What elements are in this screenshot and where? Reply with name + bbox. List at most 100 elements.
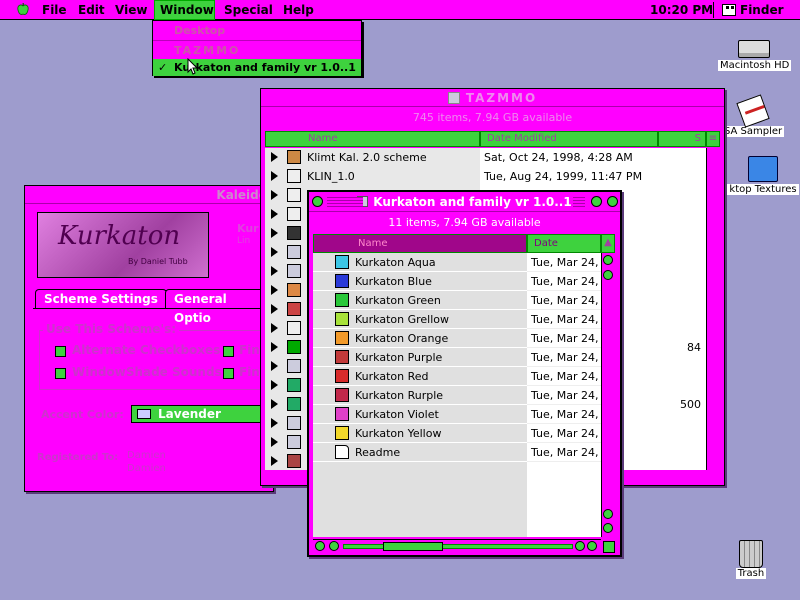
scroll-right-icon[interactable] — [329, 541, 339, 551]
desktop-icon-macintosh-hd[interactable]: Macintosh HD — [718, 40, 792, 71]
disclosure-triangle-icon[interactable] — [271, 171, 278, 181]
scrollbar-track[interactable] — [706, 148, 720, 470]
logo-byline: By Daniel Tubb — [128, 257, 188, 266]
file-icon — [287, 321, 301, 335]
scheme-logo: Kurkaton By Daniel Tubb — [37, 212, 209, 278]
desktop-icon-label: ktop Textures — [727, 184, 799, 195]
menu-file[interactable]: File — [36, 0, 73, 20]
window-menu-item-tazmmo[interactable]: TAZMMO — [153, 42, 361, 59]
scroll-left-icon[interactable] — [575, 541, 585, 551]
menu-view[interactable]: View — [109, 0, 153, 20]
desktop-icon-sa-sampler[interactable]: SA Sampler — [722, 94, 785, 137]
file-name: Kurkaton Yellow — [355, 427, 442, 440]
column-header-name[interactable]: Name — [313, 234, 527, 253]
disclosure-triangle-icon[interactable] — [271, 323, 278, 333]
tab-scheme-settings[interactable]: Scheme Settings — [35, 289, 167, 309]
disclosure-triangle-icon[interactable] — [271, 342, 278, 352]
hard-disk-icon — [738, 40, 770, 58]
table-row[interactable]: KLIN_1.0 Tue, Aug 24, 1999, 11:47 PM — [265, 167, 706, 186]
disclosure-triangle-icon[interactable] — [271, 437, 278, 447]
checkbox-fin-2[interactable] — [223, 368, 234, 379]
table-row[interactable]: Kurkaton Aqua Tue, Mar 24, — [313, 253, 601, 272]
menu-special[interactable]: Special — [218, 0, 279, 20]
disclosure-triangle-icon[interactable] — [271, 247, 278, 257]
kaleidoscope-title[interactable]: Kaleido — [25, 186, 273, 204]
file-date: Sat, Oct 24, 1998, 4:28 AM — [484, 151, 633, 164]
checkbox-alternate-checkboxes[interactable] — [55, 346, 66, 357]
kurkaton-window[interactable]: Kurkaton and family vr 1.0..1 11 items, … — [307, 190, 622, 557]
accent-color-popup[interactable]: Lavender — [131, 405, 275, 423]
file-date: Tue, Mar 24, — [531, 446, 599, 459]
table-row[interactable]: Klimt Kal. 2.0 scheme Sat, Oct 24, 1998, … — [265, 148, 706, 167]
column-header-date[interactable]: Date Modified — [480, 131, 658, 147]
zoom-box-icon[interactable] — [591, 196, 602, 207]
window-menu-item-kurkaton[interactable]: ✓ Kurkaton and family vr 1.0..1 — [153, 59, 361, 76]
scroll-thumb[interactable] — [383, 542, 443, 551]
table-row[interactable]: Kurkaton Rurple Tue, Mar 24, — [313, 386, 601, 405]
window-menu-item-desktop[interactable]: Desktop — [153, 22, 361, 39]
table-row[interactable]: Kurkaton Orange Tue, Mar 24, — [313, 329, 601, 348]
disclosure-triangle-icon[interactable] — [271, 152, 278, 162]
scroll-up-icon[interactable] — [603, 255, 613, 265]
file-date: Tue, Aug 24, 1999, 11:47 PM — [484, 170, 643, 183]
scroll-down-icon[interactable] — [603, 523, 613, 533]
table-row[interactable]: Readme Tue, Mar 24, — [313, 443, 601, 462]
options-group — [39, 330, 269, 390]
disclosure-triangle-icon[interactable] — [271, 190, 278, 200]
scroll-up-icon[interactable] — [603, 509, 613, 519]
file-name: Kurkaton Green — [355, 294, 441, 307]
horizontal-scrollbar[interactable] — [313, 539, 601, 553]
disclosure-triangle-icon[interactable] — [271, 361, 278, 371]
desktop-icon-textures[interactable]: ktop Textures — [726, 156, 800, 195]
column-header-size[interactable]: S — [658, 131, 706, 147]
disclosure-triangle-icon[interactable] — [271, 228, 278, 238]
column-header-date[interactable]: Date Modified — [527, 234, 601, 266]
table-row[interactable]: Kurkaton Red Tue, Mar 24, — [313, 367, 601, 386]
scroll-right-icon[interactable] — [587, 541, 597, 551]
checkbox-fin-1[interactable] — [223, 346, 234, 357]
tazmmo-title-bar[interactable]: TAZMMO — [261, 89, 724, 107]
file-icon — [287, 283, 301, 297]
apple-menu-icon[interactable] — [17, 3, 29, 16]
column-header-name[interactable]: Name — [265, 131, 480, 147]
file-name: Kurkaton Violet — [355, 408, 439, 421]
table-row[interactable]: Kurkaton Violet Tue, Mar 24, — [313, 405, 601, 424]
vertical-scrollbar[interactable] — [601, 253, 615, 537]
scheme-file-icon — [335, 426, 349, 440]
kaleidoscope-window[interactable]: Kaleido Kurkaton By Daniel Tubb Kur Lin … — [24, 185, 275, 492]
disclosure-triangle-icon[interactable] — [271, 380, 278, 390]
disclosure-triangle-icon[interactable] — [271, 456, 278, 466]
trash-icon — [739, 540, 763, 568]
disclosure-triangle-icon[interactable] — [271, 285, 278, 295]
menu-clock[interactable]: 10:20 PM — [644, 0, 719, 20]
close-box-icon[interactable] — [312, 196, 323, 207]
menu-help[interactable]: Help — [277, 0, 320, 20]
kurkaton-title-bar[interactable]: Kurkaton and family vr 1.0..1 — [309, 192, 620, 212]
disclosure-triangle-icon[interactable] — [271, 209, 278, 219]
table-row[interactable]: Kurkaton Yellow Tue, Mar 24, — [313, 424, 601, 443]
collapse-box-icon[interactable] — [607, 196, 618, 207]
disclosure-triangle-icon[interactable] — [271, 418, 278, 428]
disclosure-triangle-icon[interactable] — [271, 304, 278, 314]
menu-app-finder[interactable]: Finder — [734, 0, 790, 20]
grow-box-icon[interactable] — [603, 541, 615, 553]
table-row[interactable]: Kurkaton Blue Tue, Mar 24, — [313, 272, 601, 291]
file-name: Readme — [355, 446, 401, 459]
menu-edit[interactable]: Edit — [72, 0, 111, 20]
table-row[interactable]: Kurkaton Grellow Tue, Mar 24, — [313, 310, 601, 329]
tab-general-options[interactable]: General Optio — [165, 289, 273, 325]
table-row[interactable]: Kurkaton Purple Tue, Mar 24, — [313, 348, 601, 367]
menu-window[interactable]: Window — [154, 0, 215, 20]
sort-direction-icon[interactable]: ▲ — [601, 234, 615, 253]
desktop-icon-trash[interactable]: Trash — [728, 540, 774, 579]
option-label: Fin — [239, 343, 260, 357]
disclosure-triangle-icon[interactable] — [271, 266, 278, 276]
sort-direction-icon[interactable]: ≡ — [706, 131, 720, 147]
table-row[interactable]: Kurkaton Green Tue, Mar 24, — [313, 291, 601, 310]
accent-color-value: Lavender — [158, 407, 221, 421]
checkbox-windowshade-sounds[interactable] — [55, 368, 66, 379]
scroll-left-icon[interactable] — [315, 541, 325, 551]
disclosure-triangle-icon[interactable] — [271, 399, 278, 409]
scroll-down-icon[interactable] — [603, 270, 613, 280]
checkmark-icon: ✓ — [158, 61, 168, 74]
